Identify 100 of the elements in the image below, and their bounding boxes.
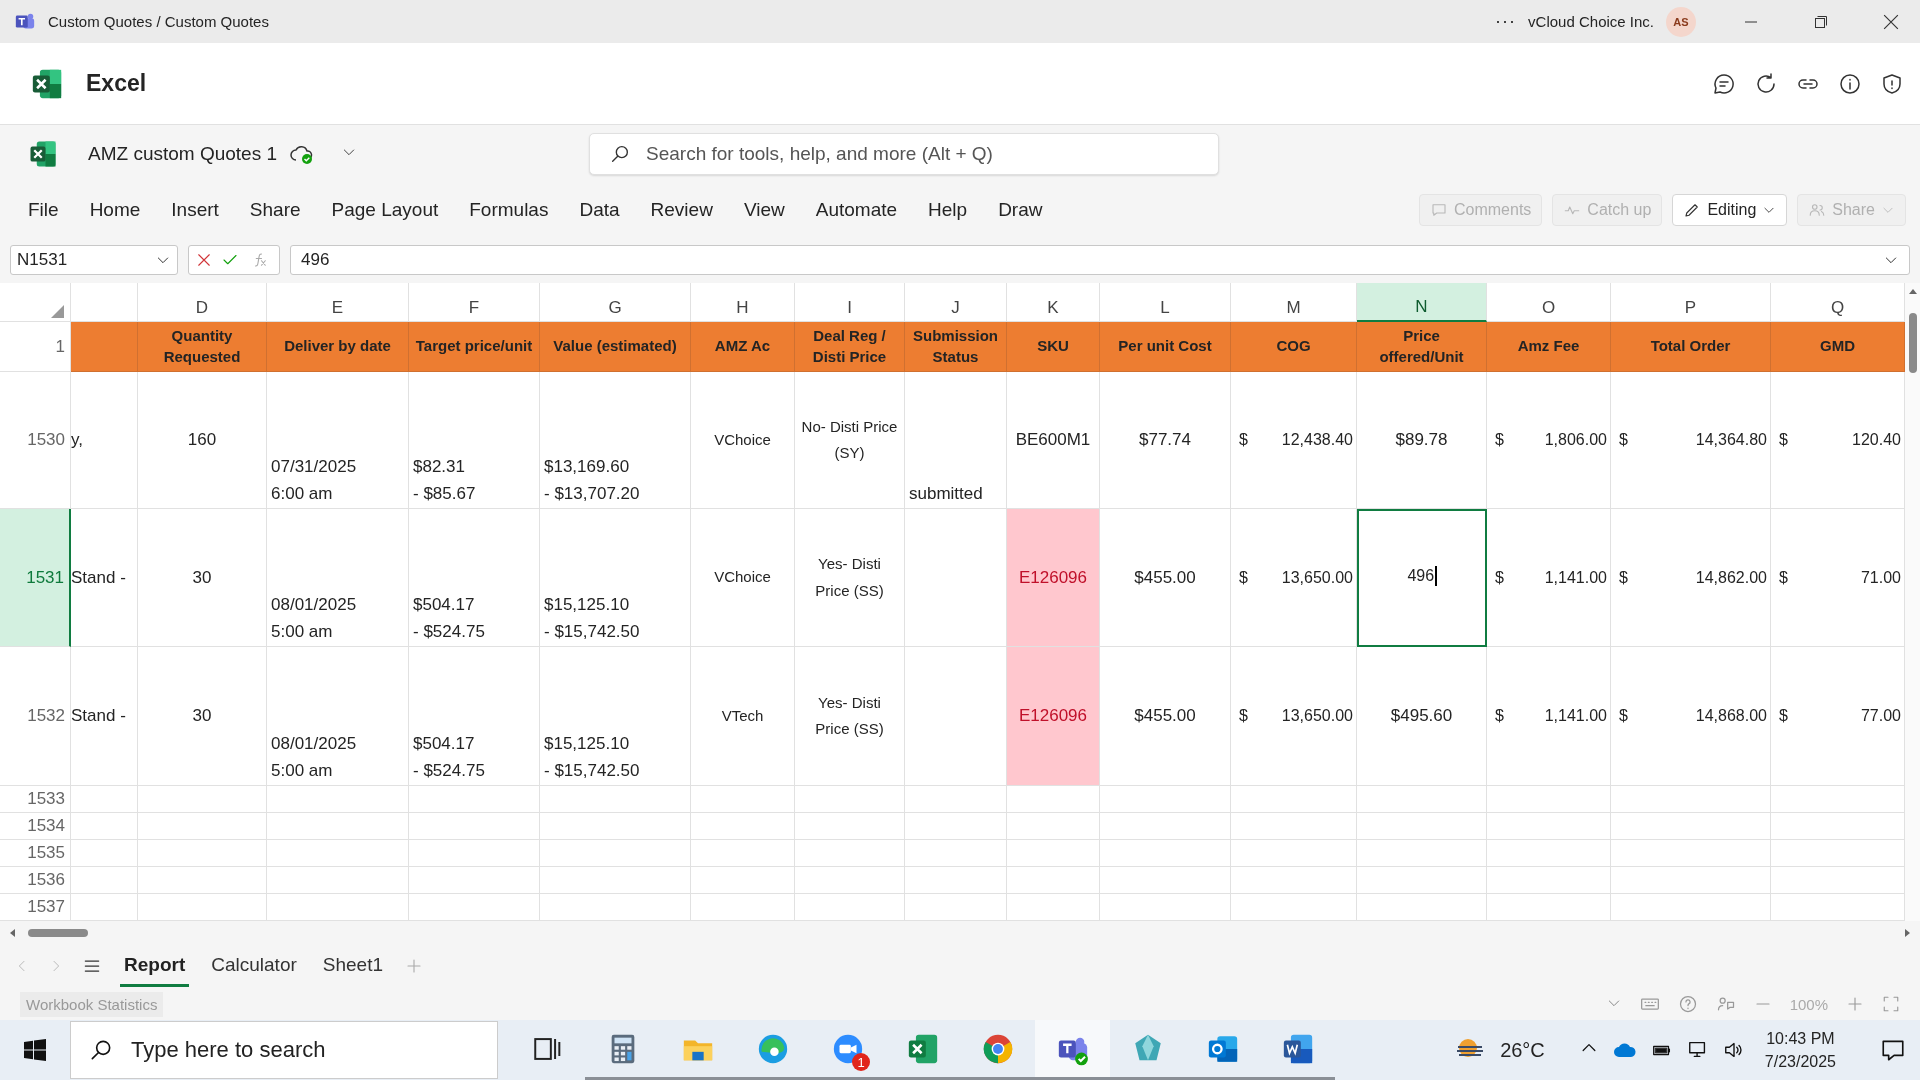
column-header[interactable]: O xyxy=(1487,283,1611,322)
table-cell[interactable] xyxy=(905,840,1007,867)
table-cell[interactable] xyxy=(691,840,795,867)
chat-icon[interactable] xyxy=(1712,71,1736,96)
column-header[interactable]: Q xyxy=(1771,283,1905,322)
column-header[interactable]: I xyxy=(795,283,905,322)
search-field[interactable]: Search for tools, help, and more (Alt + Q) xyxy=(589,133,1219,175)
table-cell[interactable] xyxy=(1487,840,1611,867)
menu-tab[interactable]: Page Layout xyxy=(331,199,439,221)
row-header[interactable]: 1534 xyxy=(0,813,71,840)
column-header[interactable]: F xyxy=(409,283,540,322)
table-cell[interactable] xyxy=(1231,786,1357,813)
table-cell[interactable] xyxy=(1611,786,1771,813)
table-cell[interactable] xyxy=(71,786,138,813)
table-cell[interactable] xyxy=(795,867,905,894)
start-icon[interactable] xyxy=(23,1038,47,1062)
table-cell[interactable] xyxy=(1487,813,1611,840)
table-cell[interactable] xyxy=(138,840,267,867)
table-cell[interactable] xyxy=(1487,786,1611,813)
row-header[interactable]: 1532 xyxy=(0,647,71,786)
table-cell[interactable] xyxy=(1100,840,1231,867)
table-cell[interactable] xyxy=(409,840,540,867)
menu-tab[interactable]: Draw xyxy=(998,199,1043,221)
editing-button[interactable]: Editing xyxy=(1672,194,1788,226)
menu-tab[interactable]: Formulas xyxy=(469,199,549,221)
menu-tab[interactable]: Insert xyxy=(171,199,219,221)
zoom-in-icon[interactable] xyxy=(1846,995,1864,1013)
formula-field[interactable]: 496 xyxy=(290,245,1910,275)
help-icon[interactable] xyxy=(1677,994,1698,1014)
table-cell[interactable] xyxy=(1357,840,1487,867)
refresh-icon[interactable] xyxy=(1754,71,1778,96)
table-cell[interactable] xyxy=(1100,867,1231,894)
table-cell[interactable] xyxy=(267,840,409,867)
table-cell[interactable] xyxy=(540,867,691,894)
row-header[interactable]: 1535 xyxy=(0,840,71,867)
scroll-up-icon[interactable] xyxy=(1907,287,1918,295)
table-cell[interactable] xyxy=(409,813,540,840)
table-cell[interactable] xyxy=(1007,867,1100,894)
table-cell[interactable] xyxy=(691,813,795,840)
table-cell[interactable] xyxy=(540,813,691,840)
column-header[interactable]: G xyxy=(540,283,691,322)
cloud-icon[interactable] xyxy=(1612,1041,1637,1059)
column-header[interactable]: D xyxy=(138,283,267,322)
table-cell[interactable] xyxy=(1007,840,1100,867)
table-cell[interactable] xyxy=(1231,840,1357,867)
scroll-right-icon[interactable] xyxy=(1904,927,1912,938)
column-header[interactable]: N xyxy=(1357,283,1487,322)
menu-tab[interactable]: Data xyxy=(579,199,620,221)
row-header[interactable]: 1536 xyxy=(0,867,71,894)
table-cell[interactable] xyxy=(691,867,795,894)
table-cell[interactable] xyxy=(267,786,409,813)
table-cell[interactable] xyxy=(138,867,267,894)
row-header[interactable]: 1533 xyxy=(0,786,71,813)
table-cell[interactable] xyxy=(267,813,409,840)
table-cell[interactable] xyxy=(795,840,905,867)
table-cell[interactable] xyxy=(409,867,540,894)
temperature[interactable]: 26°C xyxy=(1500,1038,1545,1062)
menu-tab[interactable]: Review xyxy=(650,199,713,221)
file-name[interactable]: AMZ custom Quotes 1 xyxy=(88,143,277,165)
table-cell[interactable] xyxy=(795,786,905,813)
name-box[interactable]: N1531 xyxy=(10,245,178,275)
table-cell[interactable] xyxy=(1007,786,1100,813)
column-header[interactable]: H xyxy=(691,283,795,322)
table-cell[interactable] xyxy=(409,786,540,813)
taskbar-search-field[interactable]: Type here to search xyxy=(70,1021,498,1079)
menu-tab[interactable]: File xyxy=(28,199,59,221)
column-header[interactable]: L xyxy=(1100,283,1231,322)
table-cell[interactable] xyxy=(905,786,1007,813)
vertical-scrollbar[interactable] xyxy=(1905,283,1920,921)
more-button[interactable]: ··· xyxy=(1495,11,1517,32)
fullscreen-icon[interactable] xyxy=(1882,995,1900,1013)
table-cell[interactable] xyxy=(795,813,905,840)
table-cell[interactable] xyxy=(71,867,138,894)
column-header[interactable]: J xyxy=(905,283,1007,322)
row-header[interactable]: 1531 xyxy=(0,509,71,647)
table-cell[interactable] xyxy=(1357,867,1487,894)
user-avatar[interactable]: AS xyxy=(1666,6,1696,37)
scrollbar-thumb[interactable] xyxy=(1908,313,1917,373)
table-cell[interactable] xyxy=(540,840,691,867)
table-cell[interactable] xyxy=(905,867,1007,894)
column-header[interactable] xyxy=(71,283,138,322)
menu-tab[interactable]: Help xyxy=(928,199,968,221)
column-header[interactable]: P xyxy=(1611,283,1771,322)
menu-tab[interactable]: Home xyxy=(89,199,141,221)
info-icon[interactable] xyxy=(1838,71,1862,96)
add-sheet-icon[interactable] xyxy=(405,957,423,975)
restore-icon[interactable] xyxy=(1814,14,1828,29)
table-cell[interactable] xyxy=(1611,867,1771,894)
table-cell[interactable] xyxy=(1100,813,1231,840)
menu-tab[interactable]: Automate xyxy=(815,199,898,221)
table-cell[interactable] xyxy=(71,813,138,840)
close-icon[interactable] xyxy=(1883,13,1899,30)
table-cell[interactable] xyxy=(1611,813,1771,840)
table-cell[interactable] xyxy=(1357,813,1487,840)
shield-icon[interactable] xyxy=(1880,71,1904,96)
table-cell[interactable] xyxy=(1357,786,1487,813)
table-cell[interactable] xyxy=(691,786,795,813)
scrollbar-thumb[interactable] xyxy=(28,928,88,937)
table-cell[interactable] xyxy=(138,813,267,840)
table-cell[interactable] xyxy=(71,840,138,867)
